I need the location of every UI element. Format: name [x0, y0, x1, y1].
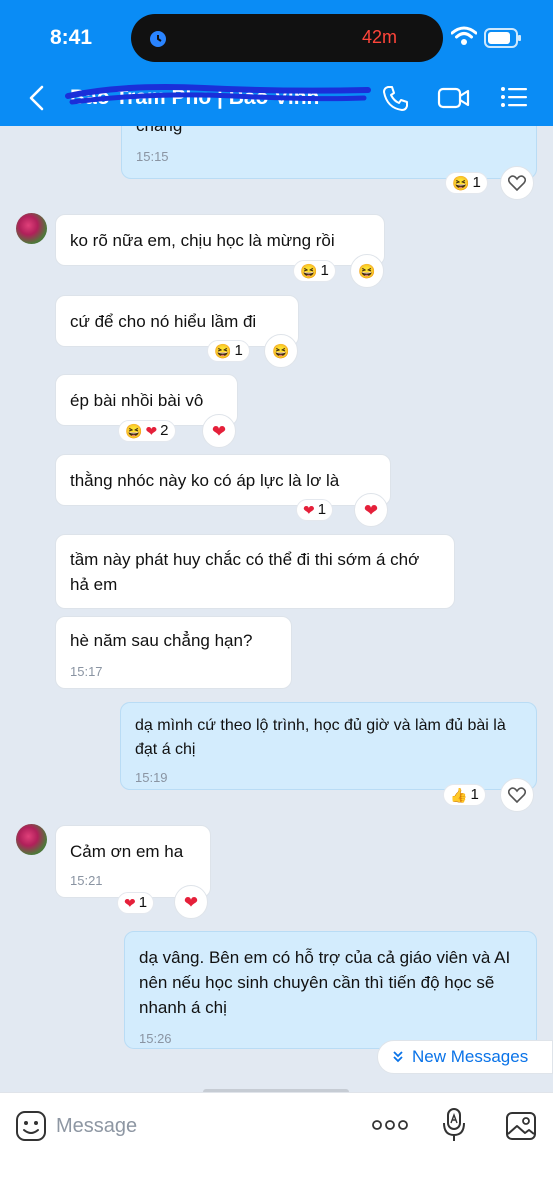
clock-alarm-icon	[150, 31, 166, 47]
react-laugh-button[interactable]: 😆	[264, 334, 298, 368]
message-text: dạ vâng. Bên em có hỗ trợ của cả giáo vi…	[139, 948, 511, 1017]
sticker-icon[interactable]	[14, 1109, 48, 1143]
react-heart-button[interactable]: ❤	[202, 414, 236, 448]
reaction-count: 1	[320, 262, 329, 279]
laugh-emoji-icon: 😆	[272, 343, 290, 359]
reaction-count: 1	[138, 894, 148, 911]
react-laugh-button[interactable]: 😆	[350, 254, 384, 288]
message-bubble-incoming[interactable]: thằng nhóc này ko có áp lực là lơ là	[55, 454, 391, 506]
message-input[interactable]	[56, 1109, 346, 1143]
message-time: 15:15	[136, 149, 169, 164]
message-text: Cảm ơn em ha	[70, 842, 184, 861]
reaction-summary[interactable]: 😆 ❤ 2	[118, 420, 176, 442]
message-bubble-incoming[interactable]: hè năm sau chẳng hạn? 15:17	[55, 616, 292, 689]
avatar[interactable]	[16, 824, 47, 855]
wifi-icon	[451, 26, 477, 45]
laugh-emoji-icon: 😆	[214, 343, 232, 359]
message-text: hè năm sau chẳng hạn?	[70, 631, 253, 650]
heart-filled-icon: ❤	[363, 500, 379, 520]
heart-emoji-icon: ❤	[303, 502, 315, 518]
message-list[interactable]: chang 15:15 😆 1 ko rõ nữa em, chịu học l…	[0, 126, 553, 1092]
message-bubble-incoming[interactable]: tầm này phát huy chắc có thể đi thi sớm …	[55, 534, 455, 609]
react-heart-button[interactable]	[500, 166, 534, 200]
reaction-count: 1	[317, 501, 327, 518]
list-menu-icon[interactable]	[500, 86, 528, 108]
heart-filled-icon: ❤	[211, 421, 227, 441]
laugh-emoji-icon: 😆	[125, 423, 143, 439]
heart-outline-icon	[508, 175, 526, 191]
react-heart-button[interactable]	[500, 778, 534, 812]
reaction-count: 1	[234, 342, 243, 359]
message-bubble-outgoing[interactable]: dạ vâng. Bên em có hỗ trợ của cả giáo vi…	[124, 931, 537, 1049]
message-text: thằng nhóc này ko có áp lực là lơ là	[70, 471, 340, 490]
double-chevron-down-icon	[393, 1051, 403, 1063]
reaction-count: 1	[470, 786, 479, 803]
composer-bar	[0, 1092, 553, 1200]
heart-emoji-icon: ❤	[145, 423, 158, 439]
thumbs-up-emoji-icon: 👍	[450, 787, 468, 803]
react-heart-button[interactable]: ❤	[174, 885, 208, 919]
message-time: 15:21	[70, 873, 103, 888]
message-bubble-outgoing[interactable]: dạ mình cứ theo lộ trình, học đủ giờ và …	[120, 702, 537, 790]
message-text: tầm này phát huy chắc có thể đi thi sớm …	[70, 550, 420, 594]
message-text: ép bài nhồi bài vô	[70, 391, 204, 410]
reaction-summary[interactable]: 😆 1	[293, 260, 336, 282]
island-timer: 42m	[361, 27, 397, 47]
reaction-count: 1	[472, 174, 481, 191]
reaction-count: 2	[160, 422, 169, 439]
laugh-emoji-icon: 😆	[452, 175, 470, 191]
video-call-icon[interactable]	[437, 86, 471, 110]
message-text: cứ để cho nó hiểu lầm đi	[70, 312, 257, 331]
laugh-emoji-icon: 😆	[300, 263, 318, 279]
message-text: dạ mình cứ theo lộ trình, học đủ giờ và …	[135, 717, 506, 758]
voice-mic-icon[interactable]	[442, 1107, 466, 1143]
image-gallery-icon[interactable]	[505, 1111, 537, 1141]
reaction-summary[interactable]: 👍 1	[443, 784, 486, 806]
back-chevron-icon[interactable]	[26, 84, 48, 112]
phone-call-icon[interactable]	[381, 83, 411, 113]
message-time: 15:17	[70, 664, 103, 679]
laugh-emoji-icon: 😆	[358, 263, 376, 279]
status-time: 8:41	[50, 26, 93, 49]
heart-filled-icon: ❤	[183, 892, 199, 912]
reaction-summary[interactable]: ❤ 1	[296, 499, 334, 521]
reaction-summary[interactable]: 😆 1	[445, 172, 488, 194]
new-messages-label: New Messages	[412, 1047, 529, 1066]
new-messages-button[interactable]: New Messages	[377, 1040, 553, 1074]
battery-icon	[484, 28, 521, 48]
reaction-summary[interactable]: 😆 1	[207, 340, 250, 362]
redaction-scribble	[65, 84, 371, 105]
message-bubble-incoming[interactable]: cứ để cho nó hiểu lầm đi	[55, 295, 299, 347]
heart-emoji-icon: ❤	[124, 895, 136, 911]
reaction-summary[interactable]: ❤ 1	[117, 892, 155, 914]
message-text: chang	[136, 126, 522, 138]
react-heart-button[interactable]: ❤	[354, 493, 388, 527]
avatar[interactable]	[16, 213, 47, 244]
message-bubble-incoming[interactable]: ko rõ nữa em, chịu học là mừng rồi	[55, 214, 385, 266]
message-text: ko rõ nữa em, chịu học là mừng rồi	[70, 231, 335, 250]
dynamic-island: 42m	[131, 14, 443, 62]
chat-header: 8:41 42m Bao Tram Pho | Bao Vinh	[0, 0, 553, 126]
more-options-icon[interactable]	[372, 1119, 408, 1131]
heart-outline-icon	[508, 787, 526, 803]
